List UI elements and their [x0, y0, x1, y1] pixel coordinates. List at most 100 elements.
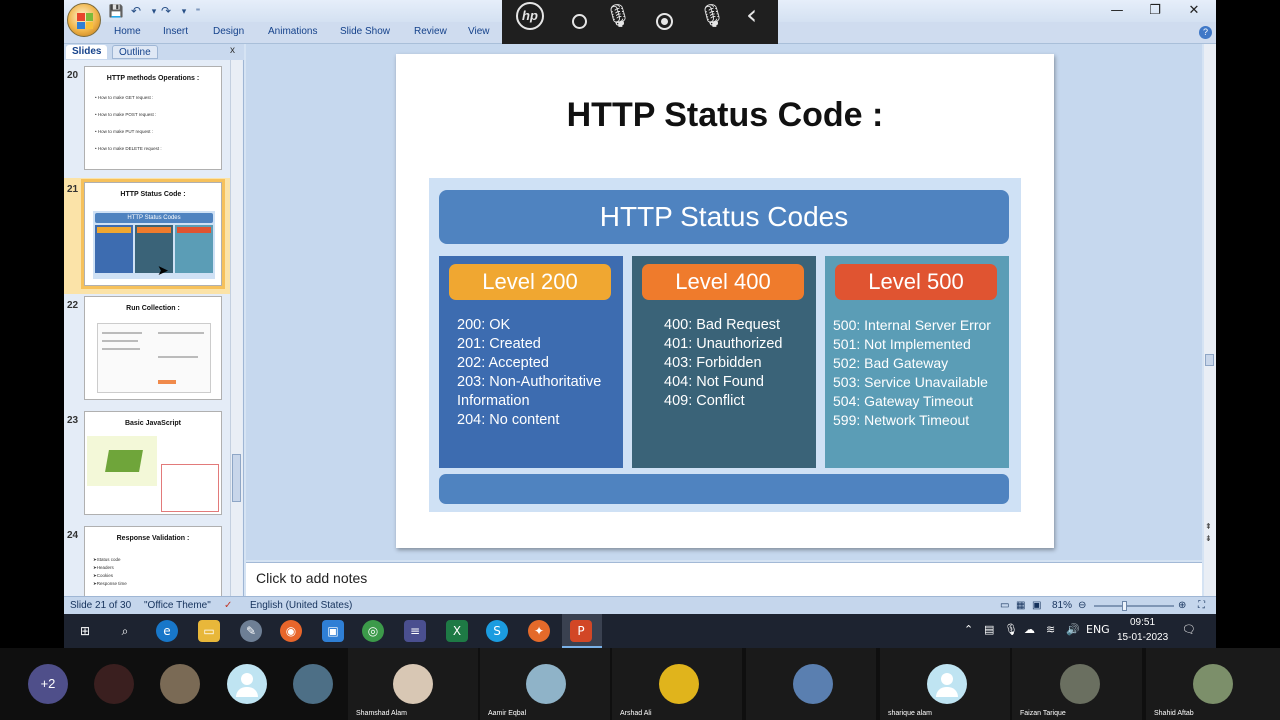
status-code-item: 403: Forbidden	[664, 355, 762, 371]
excel-icon[interactable]: X	[446, 620, 468, 642]
tab-outline[interactable]: Outline	[112, 45, 158, 59]
zoom-slider-thumb[interactable]	[1122, 601, 1127, 611]
skype-icon[interactable]: S	[486, 620, 508, 642]
close-icon[interactable]: x	[230, 45, 235, 56]
tray-mic-icon[interactable]: 🎙	[1004, 623, 1018, 636]
tray-chevron-up-icon[interactable]: ⌃	[964, 623, 973, 636]
current-slide[interactable]: HTTP Status Code : HTTP Status Codes Lev…	[396, 54, 1054, 548]
participant-tile[interactable]	[746, 648, 876, 720]
slide-thumbnail-21[interactable]: HTTP Status Code : HTTP Status Codes ➤	[81, 179, 225, 289]
panel-scrollbar[interactable]	[230, 60, 242, 596]
participant-avatar[interactable]	[227, 664, 267, 704]
tab-home[interactable]: Home	[114, 26, 141, 37]
app-icon-2[interactable]: ✦	[528, 620, 550, 642]
status-code-item: 502: Bad Gateway	[833, 355, 949, 371]
thumbnail-graphic: HTTP Status Codes	[93, 211, 215, 279]
app-icon[interactable]: ▣	[322, 620, 344, 642]
chevron-left-icon[interactable]: ‹	[746, 0, 757, 31]
more-participants-badge[interactable]: +2	[28, 664, 68, 704]
slide-thumbnail-24[interactable]: Response Validation : ➤Status code ➤Head…	[84, 526, 222, 596]
status-code-item: 503: Service Unavailable	[833, 374, 988, 390]
help-icon[interactable]: ?	[1199, 26, 1212, 39]
tab-slides[interactable]: Slides	[66, 45, 108, 59]
participant-avatar[interactable]	[94, 664, 134, 704]
status-codes-graphic[interactable]: HTTP Status Codes Level 200 200: OK 201:…	[429, 178, 1021, 512]
podcast-mic-icon[interactable]: 🎙	[698, 4, 726, 29]
normal-view-icon[interactable]: ▭	[1000, 600, 1009, 611]
zoom-slider[interactable]	[1094, 605, 1174, 607]
customize-qat-icon[interactable]: ⁼	[190, 3, 206, 19]
slide-title[interactable]: HTTP Status Code :	[396, 96, 1054, 135]
tab-design[interactable]: Design	[213, 26, 244, 37]
level-500-list: 500: Internal Server Error 501: Not Impl…	[833, 316, 1009, 430]
close-button[interactable]: ✕	[1175, 0, 1213, 22]
redo-icon[interactable]: ↷	[158, 3, 174, 19]
chrome-icon[interactable]: ◎	[362, 620, 384, 642]
undo-icon[interactable]: ↶	[128, 3, 144, 19]
clock-date[interactable]: 15-01-2023	[1117, 632, 1168, 643]
tray-cloud-icon[interactable]: ☁	[1024, 623, 1035, 636]
tab-view[interactable]: View	[468, 26, 490, 37]
participant-tile[interactable]: Arshad Ali	[612, 648, 742, 720]
powerpoint-icon[interactable]: P	[570, 620, 592, 642]
zoom-in-icon[interactable]: ⊕	[1178, 600, 1186, 611]
office-button[interactable]	[67, 3, 101, 37]
input-language[interactable]: ENG	[1086, 623, 1110, 636]
thumbnail-title: Run Collection :	[126, 305, 180, 312]
search-icon[interactable]: ⌕	[114, 620, 136, 642]
spelling-icon[interactable]: ✓	[224, 600, 232, 611]
language-label[interactable]: English (United States)	[250, 600, 352, 611]
participant-tile[interactable]: sharique alam	[880, 648, 1010, 720]
tab-animations[interactable]: Animations	[268, 26, 317, 37]
participant-tile[interactable]: Shamshad Alam	[348, 648, 478, 720]
zoom-level[interactable]: 81%	[1052, 600, 1072, 611]
theme-name[interactable]: "Office Theme"	[144, 600, 211, 611]
participant-tile[interactable]: Aamir Eqbal	[480, 648, 610, 720]
tab-slide-show[interactable]: Slide Show	[340, 26, 390, 37]
minimize-button[interactable]: —	[1098, 0, 1136, 22]
slide-thumbnail-22[interactable]: Run Collection :	[84, 296, 222, 400]
status-code-item: 201: Created	[457, 336, 541, 352]
save-icon[interactable]: 💾	[108, 3, 124, 19]
thumbnail-title: HTTP Status Code :	[120, 191, 186, 198]
tray-network-icon[interactable]: ▤	[984, 623, 994, 636]
prev-slide-icon[interactable]: ⇞	[1205, 522, 1212, 531]
firefox-icon[interactable]: ◉	[280, 620, 302, 642]
windows-start-icon[interactable]: ⊞	[74, 620, 96, 642]
paint-icon[interactable]: ✎	[240, 620, 262, 642]
restore-button[interactable]: ❐	[1136, 0, 1174, 22]
tab-review[interactable]: Review	[414, 26, 447, 37]
participant-name: Aamir Eqbal	[488, 710, 527, 717]
participant-tile[interactable]: Shahid Aftab	[1146, 648, 1280, 720]
thumbnail-bullet: • How to make DELETE request :	[95, 146, 162, 151]
fit-window-icon[interactable]: ⛶	[1198, 600, 1205, 611]
file-explorer-icon[interactable]: ▭	[198, 620, 220, 642]
microphone-icon[interactable]: 🎙	[604, 4, 632, 29]
slideshow-view-icon[interactable]: ▣	[1032, 600, 1041, 611]
wifi-icon[interactable]: ≋	[1046, 623, 1055, 636]
circle-icon[interactable]	[572, 14, 587, 29]
winamp-icon[interactable]: ≡	[404, 620, 426, 642]
notes-placeholder[interactable]: Click to add notes	[256, 570, 367, 586]
notifications-icon[interactable]: 🗨	[1182, 623, 1196, 636]
panel-scroll-thumb[interactable]	[232, 454, 241, 502]
tab-insert[interactable]: Insert	[163, 26, 188, 37]
clock-time[interactable]: 09:51	[1130, 617, 1155, 628]
participant-name: Faizan Tarique	[1020, 710, 1066, 717]
participant-avatar	[927, 664, 967, 704]
volume-icon[interactable]: 🔊	[1066, 623, 1080, 636]
participant-avatar[interactable]	[160, 664, 200, 704]
participant-tile[interactable]: Faizan Tarique	[1012, 648, 1142, 720]
slide-scrollbar[interactable]: ⇞ ⇟	[1204, 44, 1216, 596]
zoom-out-icon[interactable]: ⊖	[1078, 600, 1086, 611]
slide-scroll-thumb[interactable]	[1205, 354, 1214, 366]
slide-thumbnail-20[interactable]: HTTP methods Operations : • How to make …	[84, 66, 222, 170]
notes-pane[interactable]: Click to add notes	[246, 562, 1202, 596]
record-icon[interactable]	[656, 13, 673, 30]
level-500-badge: Level 500	[835, 264, 997, 300]
participant-avatar[interactable]	[293, 664, 333, 704]
next-slide-icon[interactable]: ⇟	[1205, 534, 1212, 543]
edge-icon[interactable]: e	[156, 620, 178, 642]
slide-sorter-icon[interactable]: ▦	[1016, 600, 1025, 611]
slide-thumbnail-23[interactable]: Basic JavaScript	[84, 411, 222, 515]
